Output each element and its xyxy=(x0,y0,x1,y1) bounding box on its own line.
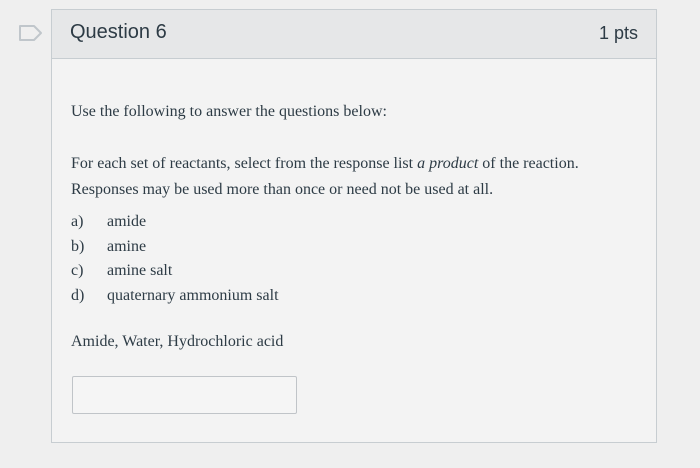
instructions-emphasis: a product xyxy=(417,155,479,172)
question-header: Question 6 1 pts xyxy=(52,10,656,59)
answer-input[interactable] xyxy=(72,376,297,414)
option-letter: b) xyxy=(71,237,85,255)
instructions-part2: of the reaction. xyxy=(478,155,579,172)
instructions-text: For each set of reactants, select from t… xyxy=(71,151,579,203)
reactants-prompt: Amide, Water, Hydrochloric acid xyxy=(71,333,284,350)
option-text: amide xyxy=(107,213,147,230)
intro-text: Use the following to answer the question… xyxy=(71,103,387,120)
flag-question-icon[interactable] xyxy=(18,24,44,42)
question-points: 1 pts xyxy=(598,23,638,43)
option-text: amine salt xyxy=(107,262,173,279)
response-list: a) amide b) amine c) amine salt d) quaternar… xyxy=(71,210,279,308)
instructions-line2: Responses may be used more than once or … xyxy=(71,181,494,198)
option-text: quaternary ammonium salt xyxy=(107,286,279,304)
option-letter: d) xyxy=(71,286,85,304)
question-card: Question 6 1 pts Use the following to an… xyxy=(51,9,657,443)
response-option: c) amine salt xyxy=(71,259,279,284)
option-letter: a) xyxy=(71,213,84,230)
question-title: Question 6 xyxy=(70,21,167,43)
response-option: a) amide xyxy=(71,210,279,235)
option-text: amine xyxy=(107,237,147,255)
response-option: b) amine xyxy=(71,235,279,260)
instructions-part1: For each set of reactants, select from t… xyxy=(71,155,418,172)
response-option: d) quaternary ammonium salt xyxy=(71,284,279,309)
option-letter: c) xyxy=(71,262,84,279)
